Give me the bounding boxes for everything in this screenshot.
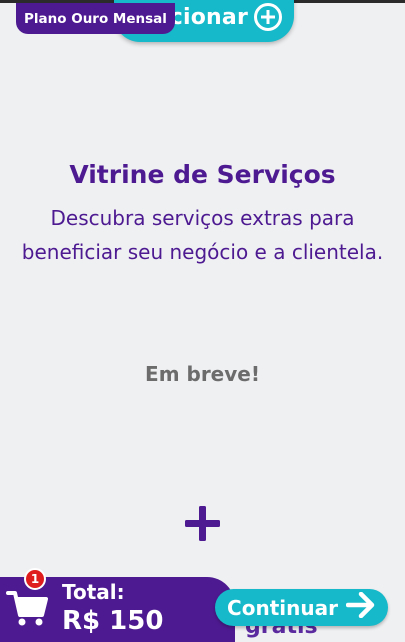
coming-soon-text: Em breve! (145, 362, 260, 386)
total-label: Total: (62, 580, 125, 604)
plan-badge: Plano Ouro Mensal (16, 3, 175, 34)
continue-button-label: Continuar (227, 595, 338, 620)
plus-circle-icon (254, 3, 282, 31)
page-subtitle: Descubra serviços extras para beneficiar… (21, 206, 384, 264)
add-service-plus-icon[interactable] (185, 506, 220, 541)
cart-icon[interactable] (6, 585, 50, 629)
page-title: Vitrine de Serviços (69, 160, 336, 189)
arrow-right-icon (345, 591, 376, 623)
continue-button[interactable]: Continuar (215, 589, 388, 626)
cart-count-badge: 1 (24, 568, 46, 590)
total-value: R$ 150 (62, 606, 164, 636)
